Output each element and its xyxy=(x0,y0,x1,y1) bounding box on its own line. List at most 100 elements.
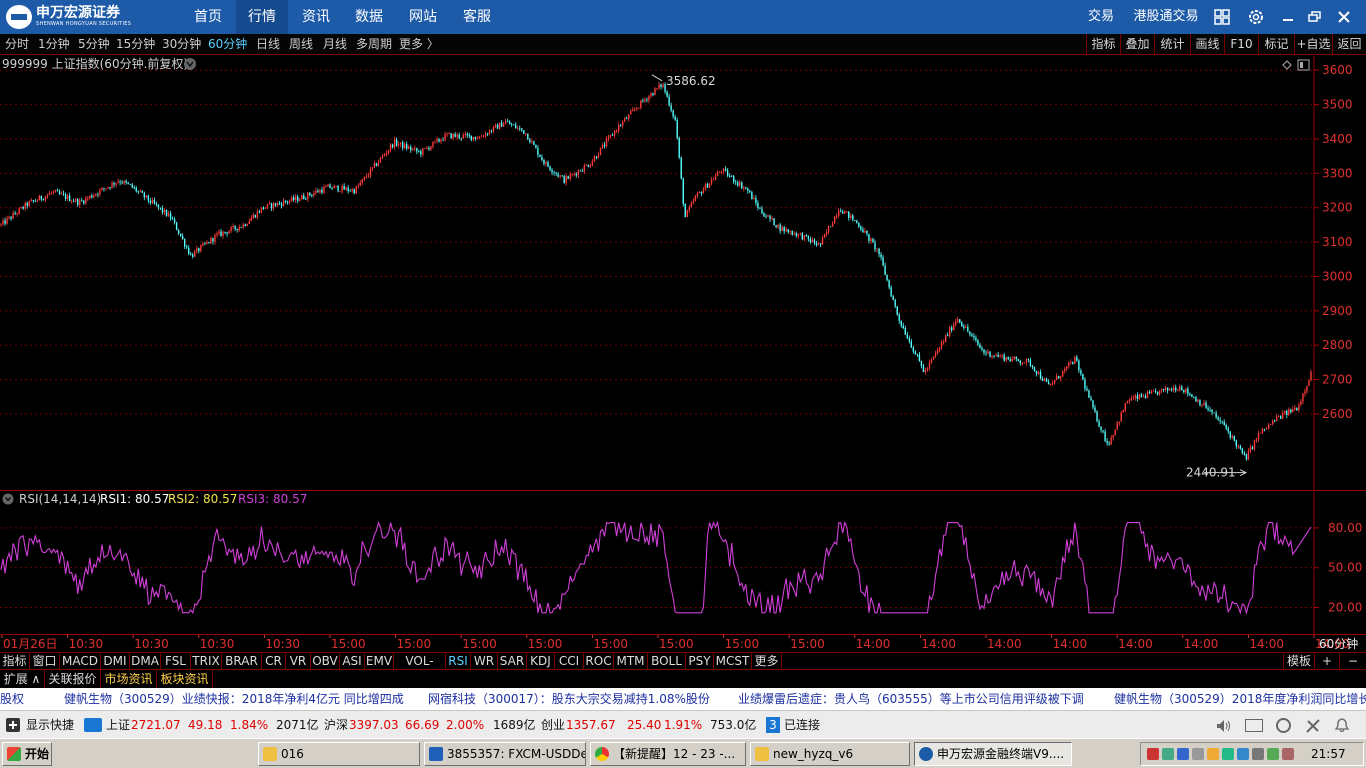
sh-index-name[interactable]: 上证 xyxy=(106,711,130,739)
trade-link[interactable]: 交易 xyxy=(1082,0,1120,34)
period-5min[interactable]: 5分钟 xyxy=(78,34,110,55)
statistics-button[interactable]: 统计 xyxy=(1154,34,1190,55)
indicator-tab-mcst[interactable]: MCST xyxy=(714,653,752,670)
indicator-tab-mtm[interactable]: MTM xyxy=(614,653,648,670)
hk-connect-trade-link[interactable]: 港股通交易 xyxy=(1130,0,1202,34)
tray-security-icon[interactable] xyxy=(1207,748,1219,760)
indicator-tab-dmi[interactable]: DMI xyxy=(101,653,130,670)
close-icon[interactable] xyxy=(1330,0,1358,34)
show-quick-label[interactable]: 显示快捷 xyxy=(26,711,74,739)
add-watchlist-button[interactable]: +自选 xyxy=(1294,34,1332,55)
period-30min[interactable]: 30分钟 xyxy=(162,34,201,55)
indicator-tab-fsl[interactable]: FSL xyxy=(161,653,191,670)
ticker-item[interactable]: 股权 xyxy=(0,688,24,710)
indicator-tab-vol-tdx[interactable]: VOL-TDX xyxy=(394,653,446,685)
ticker-item[interactable]: 健帆生物（300529）2018年度净利润同比增长41 xyxy=(1114,688,1366,710)
mark-button[interactable]: 标记 xyxy=(1258,34,1294,55)
indicator-tab-boll[interactable]: BOLL xyxy=(648,653,686,670)
market-news-tab[interactable]: 市场资讯 xyxy=(101,670,157,688)
period-multi[interactable]: 多周期 xyxy=(356,34,392,55)
remove-window-button[interactable]: − xyxy=(1340,653,1366,670)
sz-index-name[interactable]: 沪深 xyxy=(324,711,348,739)
gear-icon[interactable] xyxy=(1242,0,1270,34)
tray-misc-icon[interactable] xyxy=(1282,748,1294,760)
indicator-tab-trix[interactable]: TRIX xyxy=(191,653,222,670)
ticker-item[interactable]: 业绩爆雷后遗症：贵人鸟（603555）等上市公司信用评级被下调 xyxy=(738,688,1084,710)
period-15min[interactable]: 15分钟 xyxy=(116,34,155,55)
indicator-tab-indicator[interactable]: 指标 xyxy=(0,653,30,670)
tray-sync-icon[interactable] xyxy=(1222,748,1234,760)
draw-line-button[interactable]: 画线 xyxy=(1190,34,1224,55)
rsi-menu-icon[interactable] xyxy=(2,493,14,505)
ticker-item[interactable]: 网宿科技（300017）：股东大宗交易减持1.08%股份 xyxy=(428,688,710,710)
indicator-tab-brar[interactable]: BRAR xyxy=(222,653,262,670)
tray-disk-icon[interactable] xyxy=(1252,748,1264,760)
indicator-tab-asi[interactable]: ASI xyxy=(340,653,365,670)
template-button[interactable]: 模板 xyxy=(1283,653,1315,670)
taskbar-item-chrome[interactable]: 【新提醒】12 - 23 -... xyxy=(590,742,746,766)
indicator-tab-emv[interactable]: EMV xyxy=(365,653,394,670)
main-price-chart[interactable]: 3600 3500 3400 3300 3200 3100 3000 2900 2800 2700… xyxy=(0,56,1366,491)
indicator-tab-cci[interactable]: CCI xyxy=(555,653,584,670)
indicator-tab-psy[interactable]: PSY xyxy=(686,653,714,670)
overlay-button[interactable]: 叠加 xyxy=(1120,34,1154,55)
tray-network-icon[interactable] xyxy=(1177,748,1189,760)
start-button[interactable]: 开始 xyxy=(2,742,52,766)
taskbar-item-swhy-terminal[interactable]: 申万宏源金融终端V9.... xyxy=(914,742,1072,766)
indicator-tab-roc[interactable]: ROC xyxy=(584,653,614,670)
nav-home[interactable]: 首页 xyxy=(182,0,234,34)
tools-icon[interactable] xyxy=(1305,718,1321,737)
tray-update-icon[interactable] xyxy=(1267,748,1279,760)
diamond-icon[interactable] xyxy=(1282,60,1292,70)
nav-market[interactable]: 行情 xyxy=(236,0,288,34)
nav-data[interactable]: 数据 xyxy=(343,0,395,34)
chart-title-dropdown-icon[interactable] xyxy=(184,58,196,70)
indicator-tab-vr[interactable]: VR xyxy=(286,653,311,670)
panel-toggle-icon[interactable] xyxy=(1297,59,1310,71)
keyboard-icon[interactable] xyxy=(1245,719,1263,732)
indicator-tab-dma[interactable]: DMA xyxy=(130,653,161,670)
ticker-item[interactable]: 健帆生物（300529）业绩快报：2018年净利4亿元 同比增四成 xyxy=(64,688,404,710)
indicator-tab-kdj[interactable]: KDJ xyxy=(527,653,555,670)
taskbar-item-browser-fxcm[interactable]: 3855357: FXCM-USDDe... xyxy=(424,742,586,766)
tray-flag-icon[interactable] xyxy=(1147,748,1159,760)
nav-service[interactable]: 客服 xyxy=(451,0,503,34)
nav-news[interactable]: 资讯 xyxy=(290,0,342,34)
period-monthly[interactable]: 月线 xyxy=(323,34,347,55)
f10-button[interactable]: F10 xyxy=(1224,34,1258,55)
period-60min[interactable]: 60分钟 xyxy=(208,34,247,55)
indicator-tab-more[interactable]: 更多 xyxy=(752,653,782,670)
grid-icon[interactable] xyxy=(1208,0,1236,34)
volume-icon[interactable] xyxy=(1216,719,1232,736)
taskbar-item-folder-hyzq[interactable]: new_hyzq_v6 xyxy=(750,742,910,766)
indicator-tab-obv[interactable]: OBV xyxy=(311,653,340,670)
indicator-button[interactable]: 指标 xyxy=(1086,34,1120,55)
rsi-indicator-chart[interactable]: 80.00 50.00 20.00 RSI(14,14,14) RSI1: 80.5… xyxy=(0,492,1366,635)
tray-app-icon[interactable] xyxy=(1162,748,1174,760)
period-daily[interactable]: 日线 xyxy=(256,34,280,55)
indicator-tab-cr[interactable]: CR xyxy=(262,653,286,670)
expand-tab[interactable]: 扩展 ∧ xyxy=(0,670,45,688)
tray-shield-icon[interactable] xyxy=(1192,748,1204,760)
indicator-tab-wr[interactable]: WR xyxy=(471,653,498,670)
restore-icon[interactable] xyxy=(1301,0,1329,34)
period-tick[interactable]: 分时 xyxy=(5,34,29,55)
indicator-tab-window[interactable]: 窗口 xyxy=(30,653,60,670)
search-icon[interactable] xyxy=(1276,718,1291,733)
bell-icon[interactable] xyxy=(1334,717,1350,736)
taskbar-item-folder[interactable]: 016 xyxy=(258,742,420,766)
period-weekly[interactable]: 周线 xyxy=(289,34,313,55)
related-quotes-tab[interactable]: 关联报价 xyxy=(45,670,101,688)
add-window-button[interactable]: + xyxy=(1315,653,1340,670)
cy-index-name[interactable]: 创业 xyxy=(541,711,565,739)
indicator-tab-rsi[interactable]: RSI xyxy=(446,653,471,670)
indicator-tab-sar[interactable]: SAR xyxy=(498,653,527,670)
indicator-tab-macd[interactable]: MACD xyxy=(60,653,101,670)
back-button[interactable]: 返回 xyxy=(1332,34,1366,55)
period-more[interactable]: 更多 〉 xyxy=(399,34,439,55)
period-1min[interactable]: 1分钟 xyxy=(38,34,70,55)
minimize-icon[interactable] xyxy=(1274,0,1302,34)
nav-website[interactable]: 网站 xyxy=(397,0,449,34)
tray-bluetooth-icon[interactable] xyxy=(1237,748,1249,760)
sector-news-tab[interactable]: 板块资讯 xyxy=(157,670,213,688)
